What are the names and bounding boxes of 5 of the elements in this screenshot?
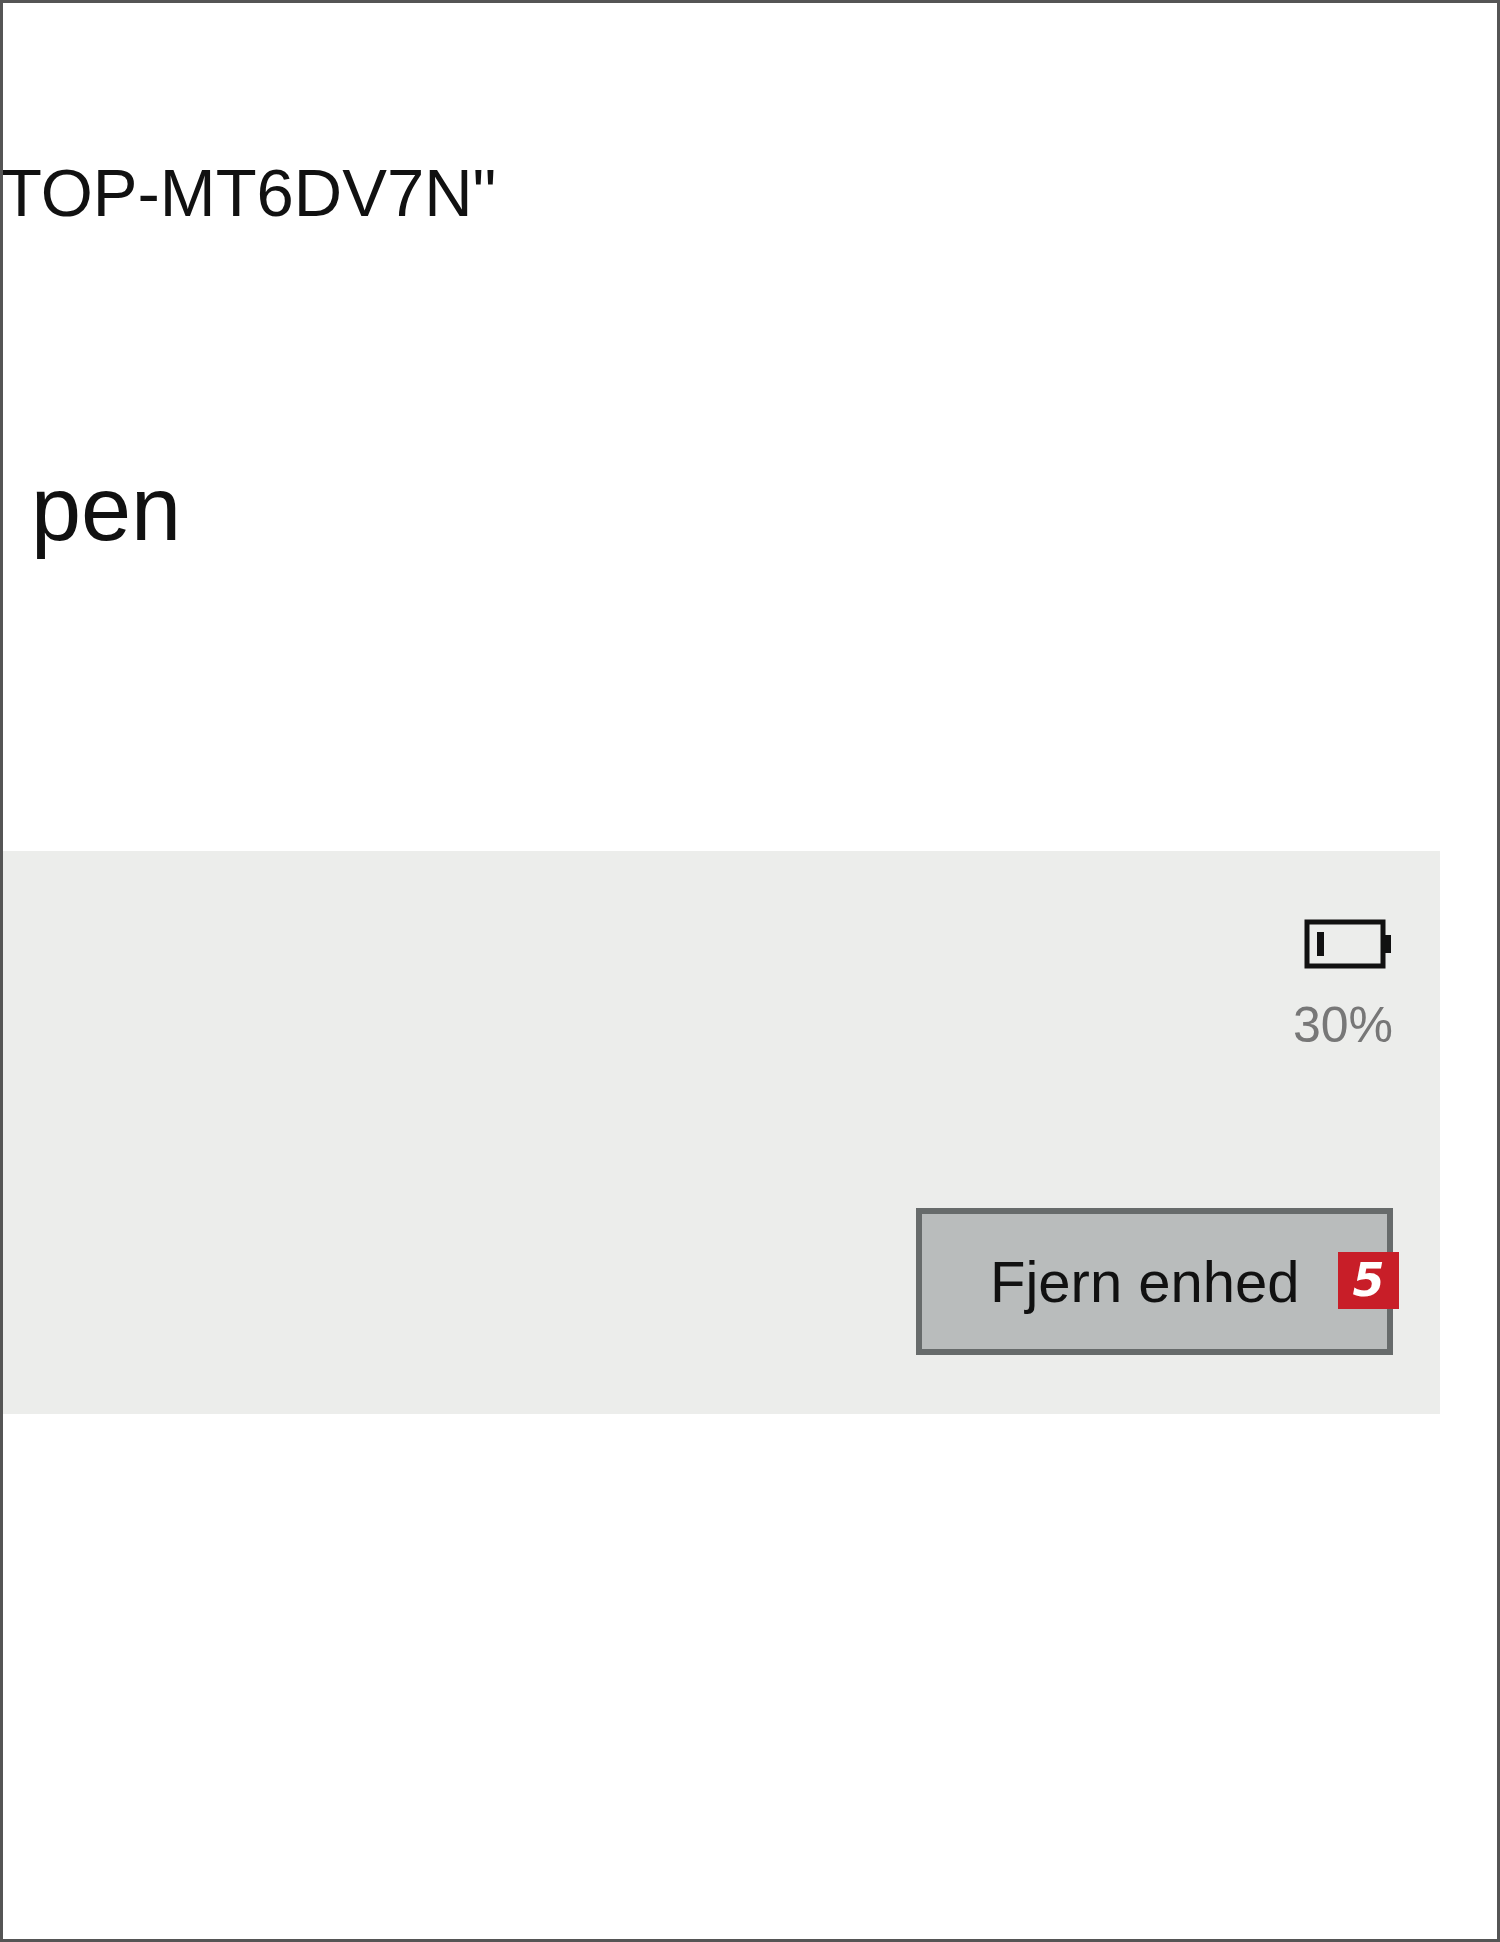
- battery-icon: [1304, 919, 1393, 969]
- number-badge: 5: [1338, 1252, 1399, 1309]
- device-name: TOP-MT6DV7N": [3, 154, 498, 232]
- section-title: pen: [31, 458, 183, 561]
- battery-percentage: 30%: [1292, 997, 1393, 1053]
